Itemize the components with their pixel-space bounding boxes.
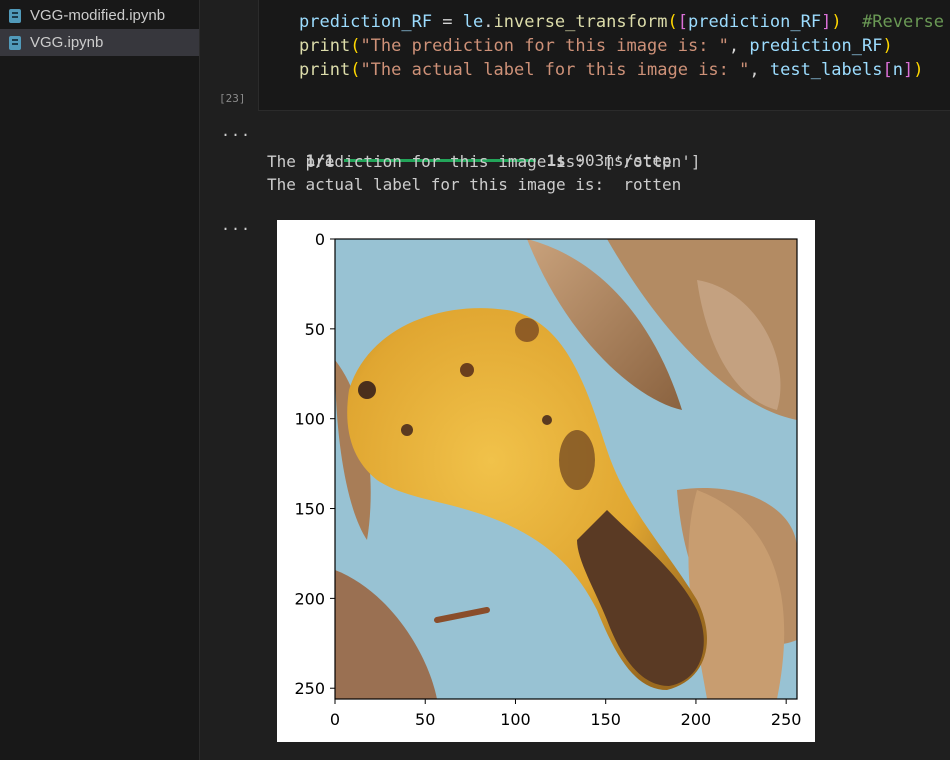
file-item-label: VGG-modified.ipynb [30, 7, 166, 24]
x-tick-label: 250 [771, 710, 802, 729]
file-item-vgg[interactable]: VGG.ipynb [0, 29, 199, 56]
image-plot-svg: 0 50 100 150 200 250 0 50 100 150 200 250 [294, 230, 802, 729]
file-item-label: VGG.ipynb [30, 34, 104, 51]
plotted-image [335, 239, 797, 699]
notebook-file-icon [8, 35, 22, 51]
code-token: print [299, 36, 351, 56]
code-token: , [728, 36, 750, 56]
code-token: prediction_RF [299, 12, 433, 32]
code-token: #Reverse the [862, 12, 944, 32]
code-token: "The prediction for this image is: " [360, 36, 729, 56]
prediction-output: The prediction for this image is: ['rott… [267, 152, 701, 171]
execution-count: [23] [219, 92, 246, 105]
code-cell[interactable]: prediction_RF = le.inverse_transform([pr… [258, 0, 950, 111]
code-token: ( [350, 36, 361, 56]
x-tick-label: 50 [415, 710, 435, 729]
code-token: n [892, 60, 903, 80]
y-tick-label: 250 [294, 679, 325, 698]
code-token: ] [821, 12, 832, 32]
y-tick-label: 50 [305, 320, 325, 339]
y-tick-label: 200 [294, 589, 325, 608]
x-tick-label: 100 [500, 710, 531, 729]
output-actions-ellipsis[interactable]: ··· [221, 220, 251, 238]
notebook-editor: prediction_RF = le.inverse_transform([pr… [201, 0, 950, 760]
code-token: test_labels [769, 60, 883, 80]
actual-label-output: The actual label for this image is: rott… [267, 175, 682, 194]
code-token: [ [677, 12, 689, 32]
code-token: print [299, 60, 351, 80]
file-explorer-sidebar: VGG-modified.ipynb VGG.ipynb [0, 0, 200, 760]
code-token: prediction_RF [688, 12, 822, 32]
x-tick-label: 200 [681, 710, 712, 729]
file-item-vgg-modified[interactable]: VGG-modified.ipynb [0, 2, 199, 29]
x-tick-label: 0 [330, 710, 340, 729]
x-axis: 0 50 100 150 200 250 [330, 699, 802, 729]
y-axis: 0 50 100 150 200 250 [294, 230, 335, 698]
code-token: ( [667, 12, 678, 32]
code-line: print("The prediction for this image is:… [299, 34, 893, 58]
y-tick-label: 150 [294, 500, 325, 519]
code-token: prediction_RF [749, 36, 883, 56]
code-token: , [749, 60, 770, 80]
code-token: ) [913, 60, 924, 80]
code-token: inverse_transform [493, 12, 668, 32]
code-token: = [432, 12, 463, 32]
code-token: ] [902, 60, 914, 80]
code-line: prediction_RF = le.inverse_transform([pr… [299, 10, 950, 34]
y-tick-label: 0 [315, 230, 325, 249]
code-token: ( [350, 60, 361, 80]
code-token: . [483, 12, 494, 32]
notebook-file-icon [8, 8, 22, 24]
x-tick-label: 150 [590, 710, 621, 729]
code-token: [ [882, 60, 893, 80]
image-plot: 0 50 100 150 200 250 0 50 100 150 200 250 [277, 220, 815, 742]
code-token: ) [831, 12, 842, 32]
code-token: "The actual label for this image is: " [360, 60, 750, 80]
code-token: le [462, 12, 484, 32]
y-tick-label: 100 [294, 410, 325, 429]
output-actions-ellipsis[interactable]: ··· [221, 126, 251, 144]
code-line: print("The actual label for this image i… [299, 58, 923, 82]
code-token: ) [882, 36, 893, 56]
